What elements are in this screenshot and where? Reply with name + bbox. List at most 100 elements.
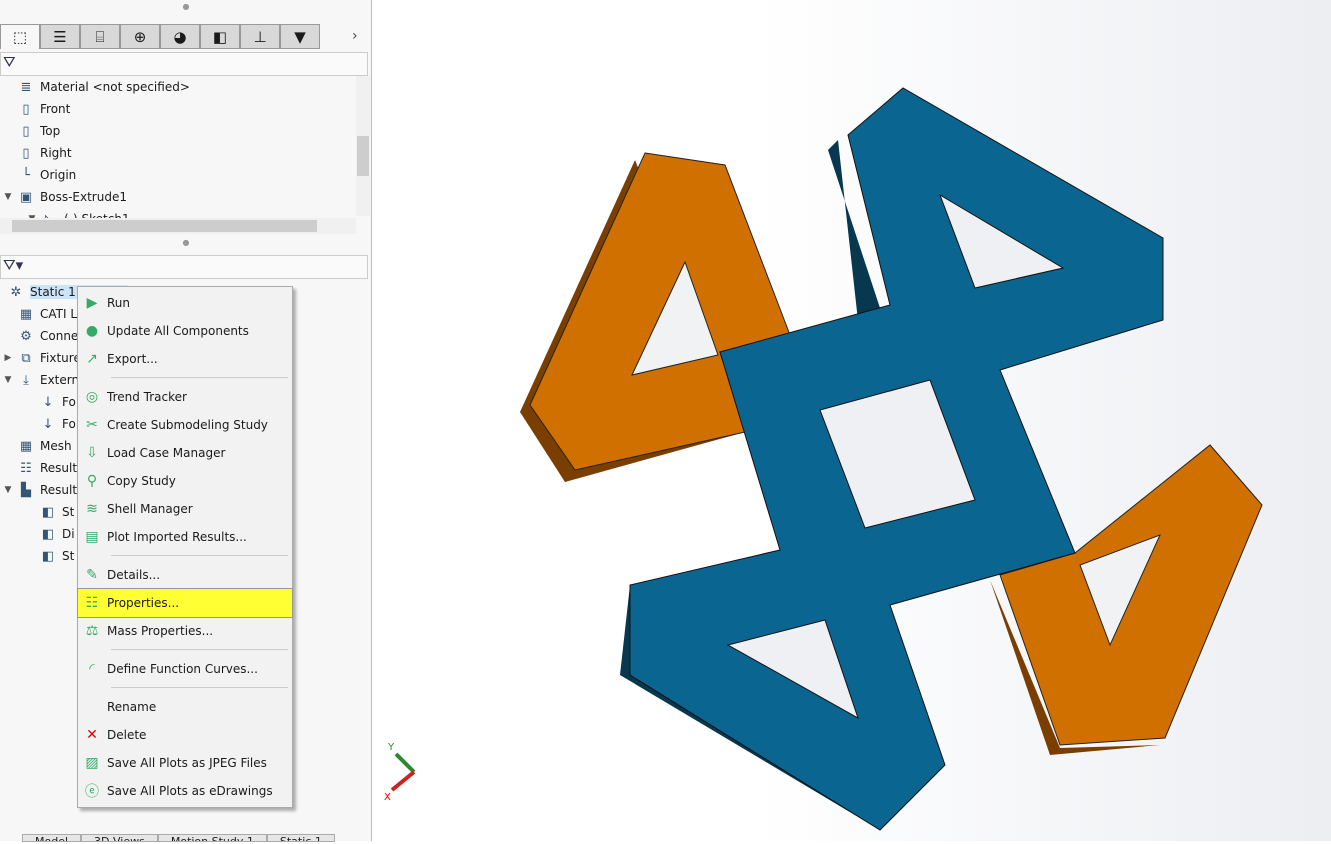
configuration-manager-tab[interactable]: ⌸ bbox=[80, 24, 120, 49]
displacement-plot-icon: ◧ bbox=[41, 526, 55, 542]
tree-filter[interactable]: ⛛ bbox=[0, 52, 368, 76]
tool-tab[interactable]: ▼ bbox=[280, 24, 320, 49]
menu-item-label: Trend Tracker bbox=[107, 390, 187, 404]
menu-separator bbox=[78, 683, 292, 693]
menu-item-create-submodeling-study[interactable]: ✂ Create Submodeling Study bbox=[78, 411, 292, 439]
sim-tree-item-label: Conne bbox=[40, 329, 79, 343]
tree-item-label: Material <not specified> bbox=[40, 80, 190, 94]
menu-separator bbox=[78, 645, 292, 655]
sim-tree-item-label: Mesh bbox=[40, 439, 72, 453]
expand-arrow-icon[interactable]: ▶ bbox=[0, 353, 16, 363]
menu-item-label: Copy Study bbox=[107, 474, 176, 488]
function-curve-icon: ◜ bbox=[89, 661, 95, 677]
tree-item[interactable]: ▯ Right bbox=[0, 142, 356, 164]
fixtures-icon: ⧉ bbox=[21, 350, 31, 366]
menu-item-trend-tracker[interactable]: ◎ Trend Tracker bbox=[78, 383, 292, 411]
menu-item-label: Delete bbox=[107, 728, 147, 742]
plane-icon: ▯ bbox=[22, 101, 30, 117]
menu-item-save-all-plots-as-edrawings[interactable]: ⓔ Save All Plots as eDrawings bbox=[78, 777, 292, 805]
export-icon: ↗ bbox=[86, 351, 98, 367]
sim-tree-item-label: St bbox=[62, 505, 75, 519]
plane-icon: ▯ bbox=[22, 145, 30, 161]
menu-item-shell-manager[interactable]: ≋ Shell Manager bbox=[78, 495, 292, 523]
properties-icon: ☷ bbox=[85, 595, 99, 611]
menu-item-export[interactable]: ↗ Export... bbox=[78, 345, 292, 373]
expand-arrow-icon[interactable]: ▼ bbox=[0, 192, 16, 202]
delete-icon: ✕ bbox=[86, 727, 98, 743]
menu-item-label: Update All Components bbox=[107, 324, 249, 338]
edrawings-icon: ⓔ bbox=[85, 784, 99, 800]
plot-imported-icon: ▤ bbox=[85, 529, 99, 545]
copy-study-icon: ⚲ bbox=[86, 473, 98, 489]
cam-icon: ⊥ bbox=[253, 27, 267, 46]
sim-tree-item-label: Fo bbox=[62, 417, 76, 431]
tree-item[interactable]: ▯ Front bbox=[0, 98, 356, 120]
material-icon: ≣ bbox=[20, 79, 32, 95]
menu-item-properties[interactable]: ☷ Properties... bbox=[77, 588, 293, 618]
tree-item[interactable]: └ Origin bbox=[0, 164, 356, 186]
model-3d: Y X bbox=[384, 87, 1263, 831]
tree-item[interactable]: ▼◺(-) Sketch1 bbox=[0, 208, 356, 219]
part-tab[interactable]: ⬚ bbox=[0, 24, 40, 49]
simulation-icon: ◧ bbox=[212, 27, 228, 46]
menu-item-label: Run bbox=[107, 296, 131, 310]
menu-item-label: Plot Imported Results... bbox=[107, 530, 247, 544]
menu-item-details[interactable]: ✎ Details... bbox=[78, 561, 292, 589]
jpeg-icon: ▨ bbox=[85, 755, 99, 771]
display-manager-icon: ◕ bbox=[173, 27, 187, 46]
cam-tab[interactable]: ⊥ bbox=[240, 24, 280, 49]
stress-plot-icon: ◧ bbox=[41, 504, 55, 520]
result-options-icon: ☷ bbox=[20, 460, 32, 476]
menu-item-delete[interactable]: ✕ Delete bbox=[78, 721, 292, 749]
triad-x-label: X bbox=[384, 792, 391, 803]
part-icon: ⬚ bbox=[12, 28, 28, 46]
horizontal-scrollbar[interactable] bbox=[0, 218, 356, 234]
menu-item-update-all-components[interactable]: ● Update All Components bbox=[78, 317, 292, 345]
tree-item[interactable]: ≣ Material <not specified> bbox=[0, 76, 356, 98]
menu-item-label: Mass Properties... bbox=[107, 624, 214, 638]
external-loads-icon: ⤓ bbox=[23, 372, 29, 388]
display-manager-tab[interactable]: ◕ bbox=[160, 24, 200, 49]
menu-item-run[interactable]: ▶ Run bbox=[78, 289, 292, 317]
property-manager-tab[interactable]: ☰ bbox=[40, 24, 80, 49]
results-folder-icon: ▙ bbox=[21, 482, 31, 498]
load-case-icon: ⇩ bbox=[86, 445, 98, 461]
menu-item-mass-properties[interactable]: ⚖ Mass Properties... bbox=[78, 617, 292, 645]
tree-item[interactable]: ▯ Top bbox=[0, 120, 356, 142]
manager-tabs: ⬚ ☰ ⌸ ⊕ ◕ ◧ ⊥ ▼ bbox=[0, 24, 372, 50]
menu-item-rename[interactable]: Rename bbox=[78, 693, 292, 721]
sim-tree-filter[interactable]: ⛛▾ bbox=[0, 255, 368, 279]
tree-item-label: Boss-Extrude1 bbox=[40, 190, 127, 204]
origin-icon: └ bbox=[22, 167, 30, 183]
triad-y-label: Y bbox=[387, 742, 395, 753]
menu-item-plot-imported-results[interactable]: ▤ Plot Imported Results... bbox=[78, 523, 292, 551]
shell-icon: ≋ bbox=[86, 501, 98, 517]
vertical-scrollbar[interactable] bbox=[356, 76, 370, 216]
menu-item-define-function-curves[interactable]: ◜ Define Function Curves... bbox=[78, 655, 292, 683]
plane-icon: ▯ bbox=[22, 123, 30, 139]
menu-item-label: Details... bbox=[107, 568, 161, 582]
tabs-scroll-right[interactable]: › bbox=[352, 28, 358, 44]
menu-item-label: Create Submodeling Study bbox=[107, 418, 268, 432]
dimxpert-tab[interactable]: ⊕ bbox=[120, 24, 160, 49]
tool-icon: ▼ bbox=[294, 27, 306, 46]
menu-item-save-all-plots-as-jpeg-files[interactable]: ▨ Save All Plots as JPEG Files bbox=[78, 749, 292, 777]
tree-item[interactable]: ▼ ▣ Boss-Extrude1 bbox=[0, 186, 356, 208]
extrude-icon: ▣ bbox=[19, 189, 33, 205]
expand-arrow-icon[interactable]: ▼ bbox=[0, 375, 16, 385]
trend-tracker-icon: ◎ bbox=[85, 389, 99, 405]
expand-arrow-icon[interactable]: ▼ bbox=[0, 485, 16, 495]
menu-item-load-case-manager[interactable]: ⇩ Load Case Manager bbox=[78, 439, 292, 467]
graphics-area[interactable]: Y X bbox=[372, 0, 1331, 841]
simulation-tab[interactable]: ◧ bbox=[200, 24, 240, 49]
splitter-grip[interactable]: ● bbox=[0, 2, 372, 22]
menu-item-label: Shell Manager bbox=[107, 502, 193, 516]
scissors-icon: ✂ bbox=[86, 417, 98, 433]
menu-separator bbox=[78, 551, 292, 561]
tree-item-label: Right bbox=[40, 146, 72, 160]
context-menu: ▶ Run ● Update All Components ↗ Export... ◎ Tre… bbox=[77, 286, 293, 808]
menu-item-copy-study[interactable]: ⚲ Copy Study bbox=[78, 467, 292, 495]
menu-item-label: Export... bbox=[107, 352, 158, 366]
menu-item-label: Save All Plots as JPEG Files bbox=[107, 756, 267, 770]
sim-tree-item-label: Result bbox=[40, 461, 78, 475]
